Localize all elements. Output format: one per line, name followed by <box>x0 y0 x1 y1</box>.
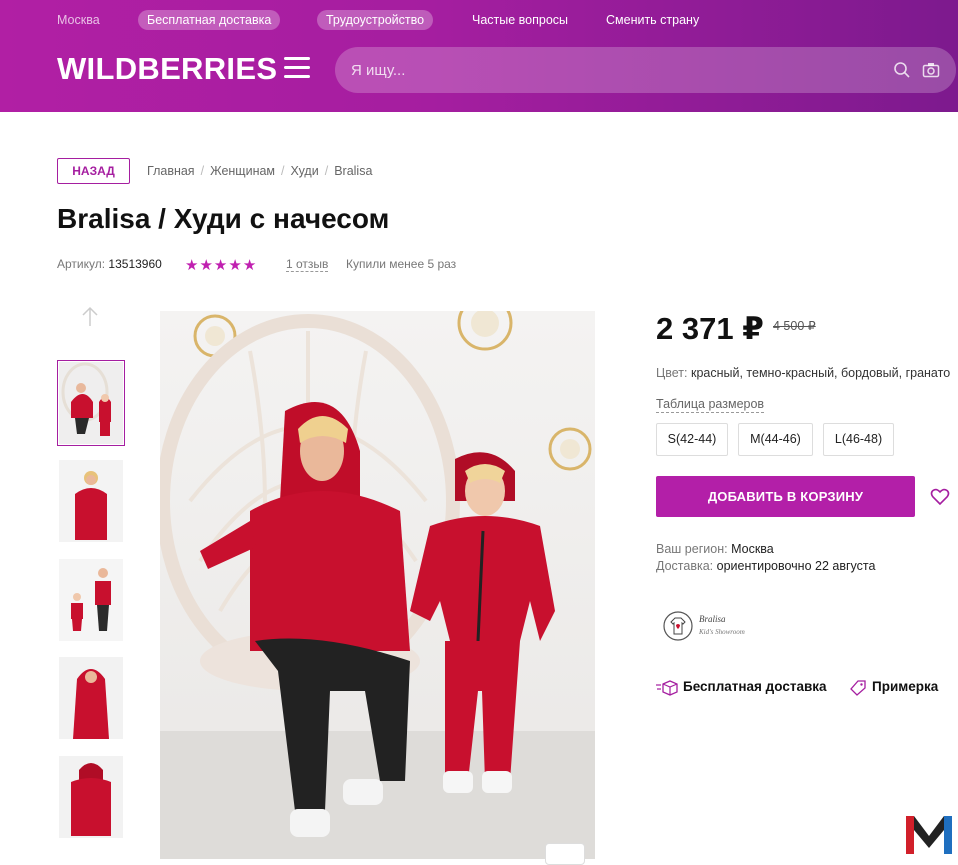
crumb-home[interactable]: Главная <box>147 164 195 178</box>
current-price: 2 371 ₽ <box>656 311 764 346</box>
menu-burger-icon[interactable] <box>284 57 310 79</box>
free-delivery-feature: Бесплатная доставка <box>656 679 827 696</box>
site-logo[interactable]: WILDBERRIES <box>57 52 277 86</box>
search-input[interactable] <box>351 47 871 93</box>
delivery-info: Доставка: ориентировочно 22 августа <box>656 559 875 573</box>
camera-icon[interactable] <box>922 61 940 79</box>
gallery-thumbnail[interactable] <box>59 756 123 838</box>
crumb-hoodies[interactable]: Худи <box>291 164 319 178</box>
delivery-box-icon <box>656 680 678 696</box>
crumb-brand[interactable]: Bralisa <box>334 164 372 178</box>
back-button[interactable]: НАЗАД <box>57 158 130 184</box>
gallery-thumbnail[interactable] <box>59 559 123 641</box>
faq-link[interactable]: Частые вопросы <box>472 12 568 28</box>
breadcrumb: Главная / Женщинам / Худи / Bralisa <box>147 164 373 178</box>
gallery-up-arrow-icon[interactable] <box>80 306 100 328</box>
brand-logo-sub: Kid's Showroom <box>698 628 745 636</box>
gallery-thumbnail[interactable] <box>57 360 125 446</box>
delivery-value: ориентировочно 22 августа <box>716 559 876 573</box>
size-option-l[interactable]: L(46-48) <box>823 423 894 456</box>
location-link[interactable]: Москва <box>57 12 100 28</box>
change-country-link[interactable]: Сменить страну <box>606 12 699 28</box>
region-value: Москва <box>731 542 774 556</box>
size-table-link[interactable]: Таблица размеров <box>656 397 765 413</box>
article-number: 13513960 <box>108 257 162 271</box>
gallery-thumbnail[interactable] <box>59 460 123 542</box>
fitting-feature: Примерка <box>850 679 938 696</box>
search-icon[interactable] <box>893 61 911 79</box>
brand-logo[interactable]: Bralisa Kid's Showroom <box>659 607 757 645</box>
article-label: Артикул: <box>57 257 106 271</box>
reviews-link[interactable]: 1 отзыв <box>286 257 329 272</box>
old-price: 4 500 ₽ <box>773 319 816 333</box>
size-option-s[interactable]: S(42-44) <box>656 423 728 456</box>
size-option-m[interactable]: M(44-46) <box>738 423 813 456</box>
star-icon: ★ <box>185 257 200 274</box>
rating-stars: ★★★★★ <box>185 256 257 274</box>
add-to-cart-button[interactable]: ДОБАВИТЬ В КОРЗИНУ <box>656 476 915 517</box>
gallery-thumbnail[interactable] <box>59 657 123 739</box>
site-header: Москва Бесплатная доставка Трудоустройст… <box>0 0 958 112</box>
star-icon: ★ <box>199 257 214 274</box>
region-info: Ваш регион: Москва <box>656 542 774 556</box>
bought-count: Купили менее 5 раз <box>346 257 457 271</box>
tag-icon <box>850 680 866 696</box>
heart-icon[interactable] <box>930 487 950 507</box>
color-info: Цвет: красный, темно-красный, бордовый, … <box>656 366 950 380</box>
crumb-women[interactable]: Женщинам <box>210 164 275 178</box>
free-delivery-link[interactable]: Бесплатная доставка <box>138 10 281 30</box>
jobs-link[interactable]: Трудоустройство <box>317 10 434 30</box>
star-icon: ★ <box>213 257 229 274</box>
color-label: Цвет: <box>656 366 688 380</box>
watermark-m-icon <box>906 816 952 854</box>
zoom-icon[interactable] <box>545 843 585 865</box>
delivery-label: Доставка: <box>656 559 714 573</box>
article-info: Артикул: 13513960 <box>57 257 162 271</box>
star-icon: ★ <box>228 257 243 274</box>
region-label: Ваш регион: <box>656 542 728 556</box>
product-title: Bralisa / Худи с начесом <box>57 203 390 234</box>
brand-logo-name: Bralisa <box>699 614 726 624</box>
product-main-photo[interactable] <box>160 311 595 859</box>
color-value: красный, темно-красный, бордовый, гранат… <box>690 366 951 380</box>
search-bar <box>335 47 956 93</box>
star-icon: ★ <box>242 257 258 274</box>
